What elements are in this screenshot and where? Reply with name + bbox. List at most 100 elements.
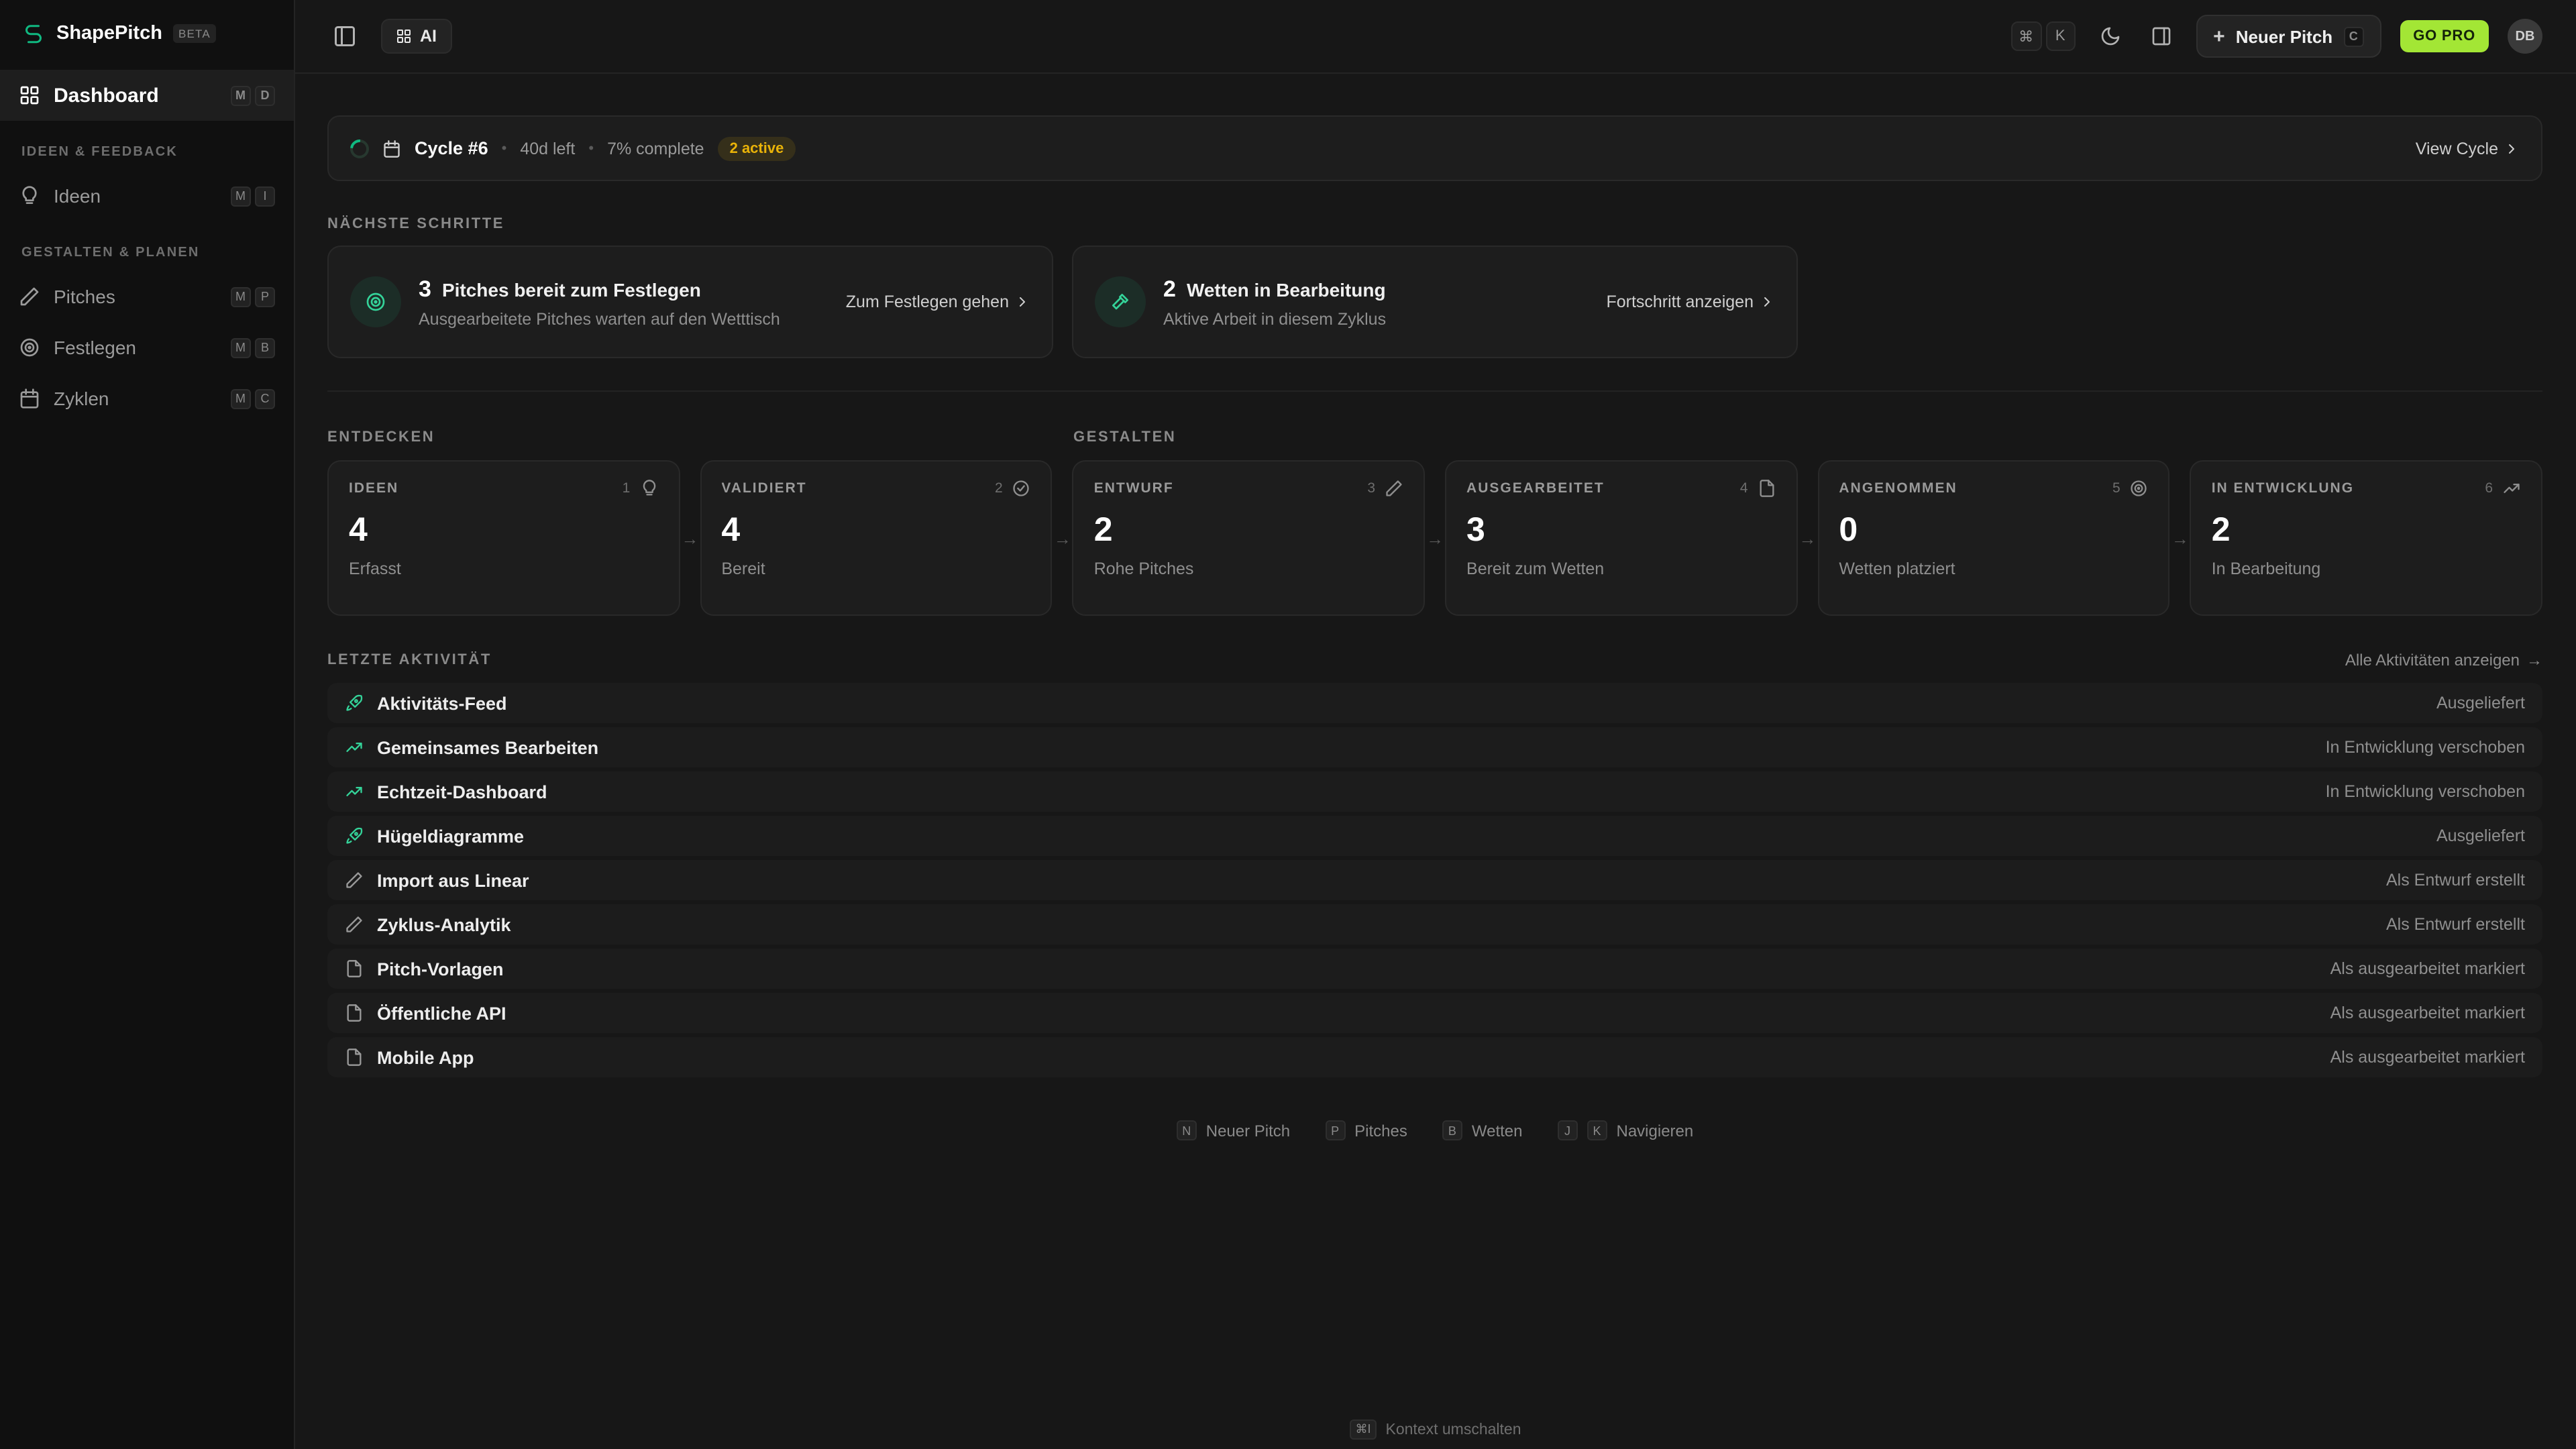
activity-status: Als ausgearbeitet markiert [2330, 1048, 2525, 1067]
shortcut-badge: M I [230, 186, 275, 206]
next-steps-cards: 3 Pitches bereit zum Festlegen Ausgearbe… [327, 246, 2542, 358]
shortcut-badge: M C [230, 388, 275, 409]
shortcut-badge: M B [230, 337, 275, 358]
dashboard-grid-icon [19, 85, 40, 106]
lightbulb-icon [19, 185, 40, 207]
gestalten-heading: GESTALTEN [1073, 429, 1177, 445]
new-pitch-shortcut: C [2343, 26, 2364, 46]
activity-status: Als Entwurf erstellt [2385, 915, 2525, 934]
stat-card-in-entwicklung[interactable]: IN ENTWICKLUNG 6 2 In Bearbeitung [2190, 460, 2543, 616]
trending-up-icon [345, 738, 364, 757]
sidebar-toggle-button[interactable] [327, 19, 362, 54]
app-logo[interactable]: ShapePitch BETA [0, 0, 294, 70]
stat-value: 0 [1839, 511, 1858, 549]
stat-value: 3 [1466, 511, 1485, 549]
pencil-icon [345, 915, 364, 934]
panel-toggle-button[interactable] [2145, 20, 2177, 52]
activity-header: LETZTE AKTIVITÄT Alle Aktivitäten anzeig… [327, 651, 2542, 669]
activity-row[interactable]: Import aus Linear Als Entwurf erstellt [327, 860, 2542, 900]
card-title: Wetten in Bearbeitung [1186, 278, 1386, 300]
document-icon [345, 1004, 364, 1022]
stat-card-ideen[interactable]: IDEEN 1 4 Erfasst [327, 460, 680, 616]
stat-sublabel: In Bearbeitung [2211, 559, 2321, 578]
hint-new-pitch: N Neuer Pitch [1176, 1120, 1290, 1140]
activity-status: Ausgeliefert [2436, 826, 2525, 845]
activity-row[interactable]: Aktivitäts-Feed Ausgeliefert [327, 683, 2542, 723]
content: Cycle #6 • 40d left • 7% complete 2 acti… [295, 74, 2576, 1449]
view-all-activities-link[interactable]: Alle Aktivitäten anzeigen → [2345, 651, 2542, 669]
ai-context-button[interactable]: AI [381, 19, 451, 54]
stat-sublabel: Erfasst [349, 559, 401, 578]
chevron-right-icon [2504, 140, 2520, 156]
pipeline-headings: ENTDECKEN GESTALTEN [327, 429, 2542, 448]
view-cycle-link[interactable]: View Cycle [2416, 139, 2520, 158]
stat-value: 4 [349, 511, 368, 549]
activity-row[interactable]: Gemeinsames Bearbeiten In Entwicklung ve… [327, 727, 2542, 767]
flow-arrow-icon: → [1426, 528, 1444, 548]
go-to-betting-link[interactable]: Zum Festlegen gehen [846, 292, 1030, 311]
theme-toggle-button[interactable] [2094, 20, 2126, 52]
active-count-badge: 2 active [717, 136, 796, 160]
activity-list: Aktivitäts-Feed Ausgeliefert Gemeinsames… [327, 683, 2542, 1077]
activity-row[interactable]: Hügeldiagramme Ausgeliefert [327, 816, 2542, 856]
context-shortcut-key: ⌘I [1350, 1419, 1377, 1440]
cycle-complete-percent: 7% complete [607, 139, 704, 158]
shortcut-badge: M P [230, 286, 275, 307]
activity-status: Ausgeliefert [2436, 694, 2525, 712]
pencil-icon [19, 286, 40, 307]
command-palette-shortcut[interactable]: ⌘ K [2010, 21, 2076, 51]
pipeline-cards: IDEEN 1 4 Erfasst → VALIDIERT 2 4 Bereit… [327, 460, 2543, 616]
sidebar-item-label: Pitches [54, 286, 115, 307]
go-pro-button[interactable]: GO PRO [2400, 20, 2489, 52]
sidebar-item-festlegen[interactable]: Festlegen M B [0, 322, 294, 373]
card-count: 2 [1163, 276, 1176, 301]
activity-status: Als ausgearbeitet markiert [2330, 959, 2525, 978]
activity-row[interactable]: Pitch-Vorlagen Als ausgearbeitet markier… [327, 949, 2542, 989]
activity-row[interactable]: Öffentliche API Als ausgearbeitet markie… [327, 993, 2542, 1033]
activity-row[interactable]: Echtzeit-Dashboard In Entwicklung versch… [327, 771, 2542, 812]
sidebar-item-zyklen[interactable]: Zyklen M C [0, 373, 294, 424]
next-step-card-festlegen[interactable]: 3 Pitches bereit zum Festlegen Ausgearbe… [327, 246, 1053, 358]
sidebar-item-pitches[interactable]: Pitches M P [0, 271, 294, 322]
context-hint-label: Kontext umschalten [1385, 1421, 1521, 1438]
calendar-icon [19, 388, 40, 409]
context-toggle-hint: ⌘I Kontext umschalten [295, 1419, 2576, 1440]
sidebar-item-label: Dashboard [54, 84, 159, 107]
new-pitch-button[interactable]: + Neuer Pitch C [2196, 15, 2381, 58]
panel-left-icon [333, 24, 357, 48]
arrow-right-icon: → [2526, 651, 2542, 669]
card-subtitle: Aktive Arbeit in diesem Zyklus [1163, 309, 1387, 328]
sidebar: ShapePitch BETA Dashboard M D IDEEN & FE… [0, 0, 295, 1449]
document-icon [345, 1048, 364, 1067]
stat-sublabel: Wetten platziert [1839, 559, 1955, 578]
activity-status: In Entwicklung verschoben [2325, 738, 2525, 757]
keyboard-hints: N Neuer Pitch P Pitches B Wetten J K Nav… [327, 1120, 2542, 1140]
calendar-icon [382, 139, 401, 158]
plus-icon: + [2213, 25, 2225, 48]
app-root: ShapePitch BETA Dashboard M D IDEEN & FE… [0, 0, 2576, 1449]
stat-card-validiert[interactable]: VALIDIERT 2 4 Bereit [700, 460, 1053, 616]
stat-card-ausgearbeitet[interactable]: AUSGEARBEITET 4 3 Bereit zum Wetten [1445, 460, 1798, 616]
next-step-card-wetten[interactable]: 2 Wetten in Bearbeitung Aktive Arbeit in… [1072, 246, 1798, 358]
shortcut-badge: M D [230, 85, 275, 105]
activity-row[interactable]: Zyklus-Analytik Als Entwurf erstellt [327, 904, 2542, 945]
pencil-icon [1385, 479, 1403, 498]
sidebar-item-dashboard[interactable]: Dashboard M D [0, 70, 294, 121]
new-pitch-label: Neuer Pitch [2235, 26, 2333, 46]
stat-card-angenommen[interactable]: ANGENOMMEN 5 0 Wetten platziert [1817, 460, 2170, 616]
check-circle-icon [1012, 479, 1031, 498]
trending-up-icon [345, 782, 364, 801]
activity-status: Als ausgearbeitet markiert [2330, 1004, 2525, 1022]
lightbulb-icon [639, 479, 658, 498]
card-count: 3 [419, 276, 431, 301]
show-progress-link[interactable]: Fortschritt anzeigen [1606, 292, 1775, 311]
flow-arrow-icon: → [2171, 528, 2189, 548]
rocket-icon [345, 826, 364, 845]
section-divider [327, 390, 2542, 392]
topbar: AI ⌘ K + Neuer Pitch C GO PRO DB [295, 0, 2576, 74]
rocket-icon [345, 694, 364, 712]
activity-row[interactable]: Mobile App Als ausgearbeitet markiert [327, 1037, 2542, 1077]
user-avatar[interactable]: DB [2508, 19, 2542, 54]
stat-card-entwurf[interactable]: ENTWURF 3 2 Rohe Pitches [1072, 460, 1426, 616]
sidebar-item-ideen[interactable]: Ideen M I [0, 170, 294, 221]
